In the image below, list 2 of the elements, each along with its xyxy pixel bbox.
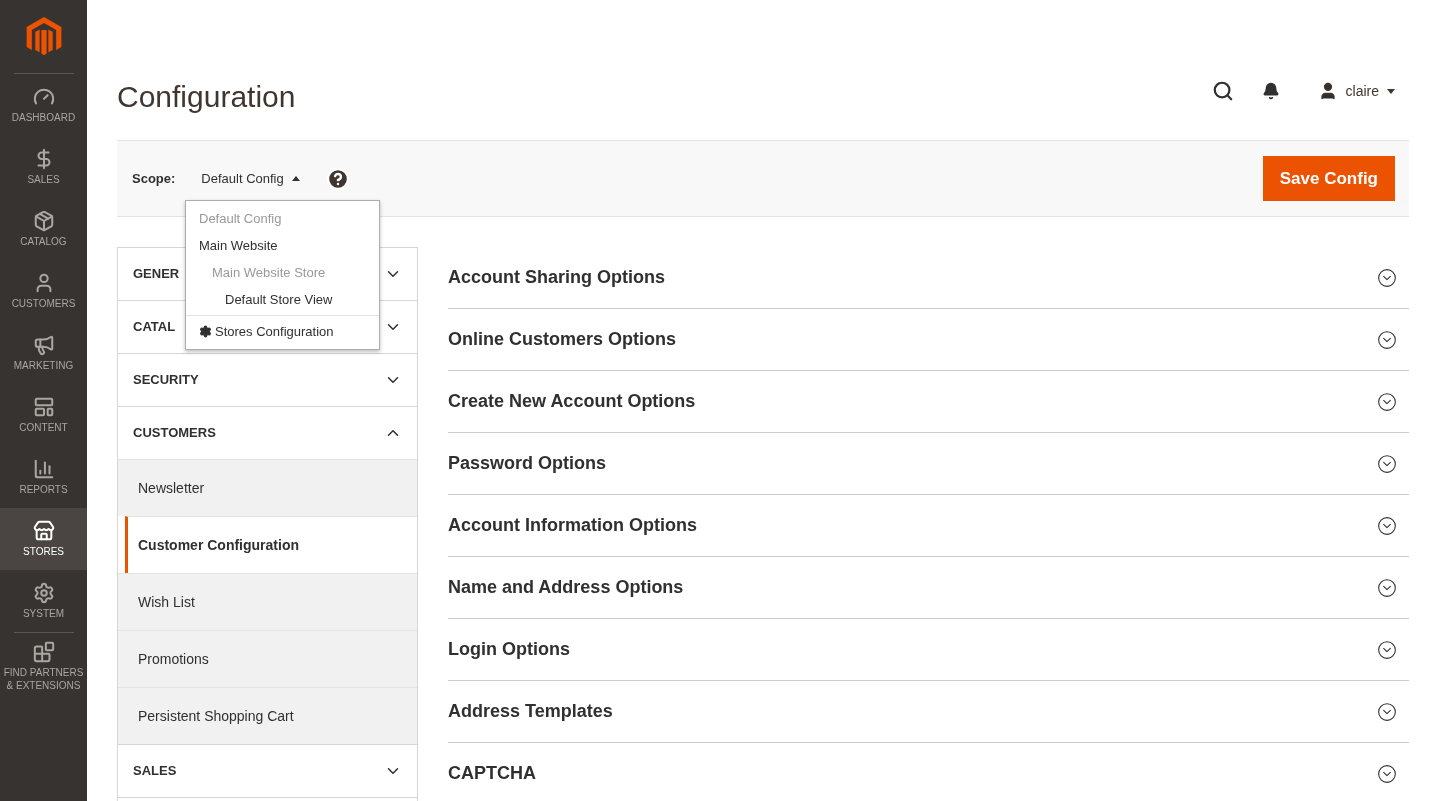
page-title: Configuration [117,79,296,115]
scope-label: Scope: [132,169,176,188]
